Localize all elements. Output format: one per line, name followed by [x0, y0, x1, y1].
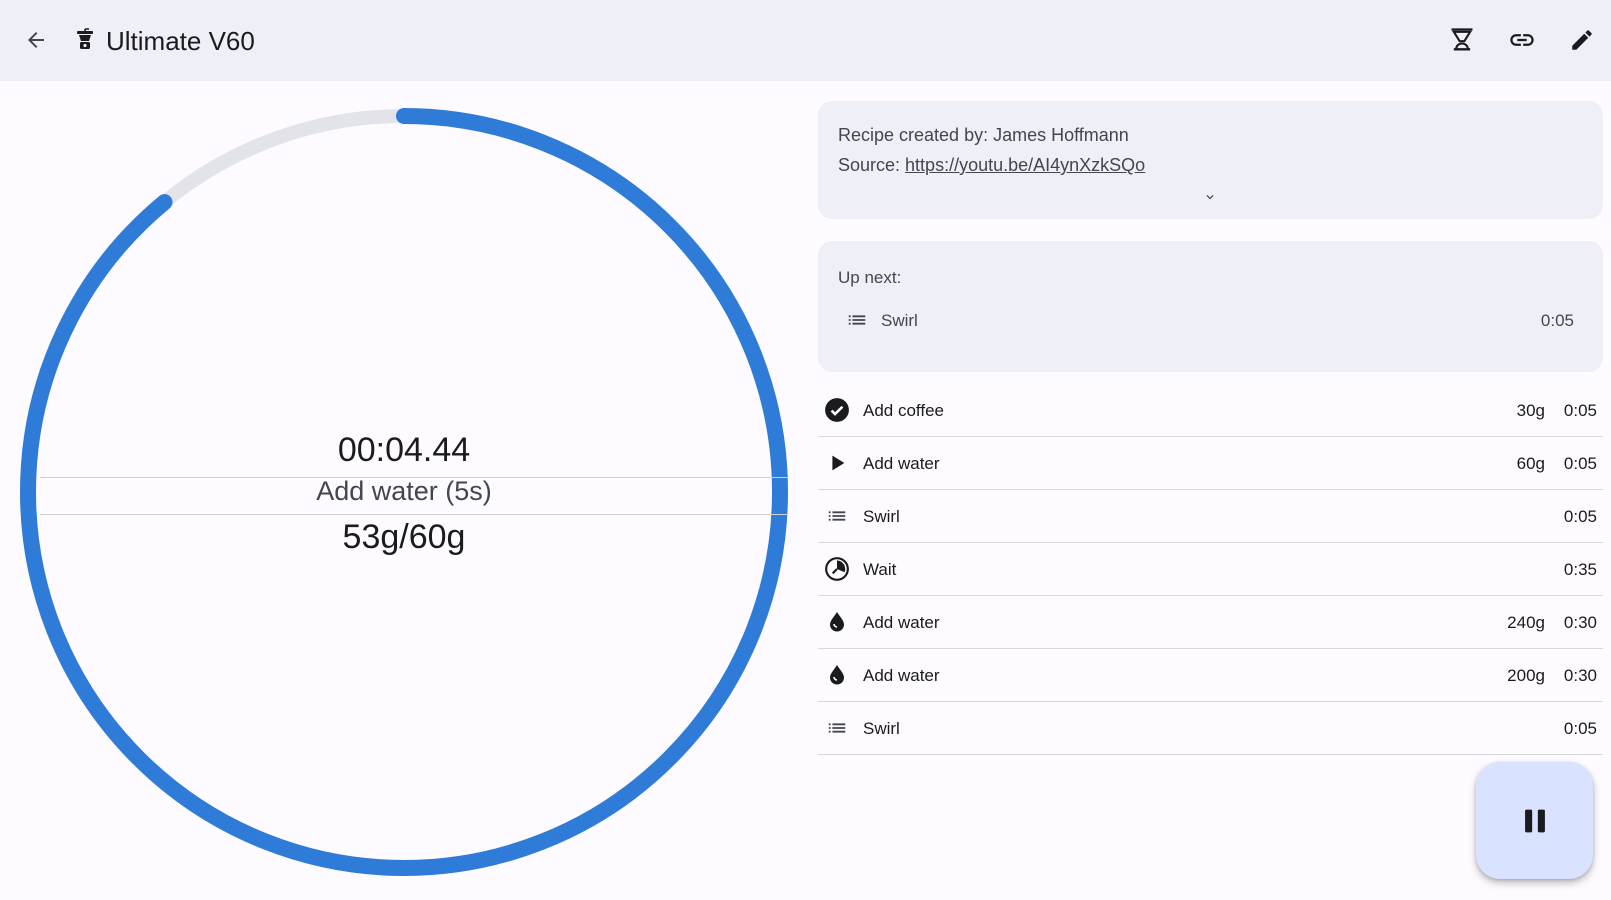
step-row[interactable]: Swirl 0:05 — [818, 490, 1603, 543]
step-amount: 200g — [1507, 666, 1545, 685]
step-time: 0:05 — [1563, 401, 1597, 420]
up-next-step: Swirl 0:05 — [836, 305, 1586, 335]
step-name: Add water — [863, 454, 940, 473]
step-row[interactable]: Add water 200g 0:30 — [818, 649, 1603, 702]
up-next-label: Up next: — [838, 268, 902, 287]
app-title: Ultimate V60 — [106, 26, 255, 56]
back-button[interactable] — [20, 24, 52, 56]
list-icon — [824, 503, 850, 529]
water-drop-icon — [824, 609, 850, 635]
expand-button[interactable] — [1198, 187, 1222, 207]
step-name: Swirl — [863, 719, 900, 738]
source-label: Source: — [838, 155, 906, 175]
source-link[interactable]: https://youtu.be/AI4ynXzkSQo — [905, 155, 1145, 175]
arrow-left-icon — [28, 32, 44, 48]
step-name: Add coffee — [863, 401, 944, 420]
chevron-down-icon — [1206, 195, 1214, 200]
coffee-grinder-icon — [72, 27, 98, 53]
elapsed-time: 00:04.44 — [337, 431, 471, 469]
divider — [40, 514, 788, 515]
weight-progress: 53g/60g — [342, 518, 466, 556]
check-circle-icon — [824, 397, 850, 423]
step-row[interactable]: Add coffee 30g 0:05 — [818, 384, 1603, 437]
step-time: 0:35 — [1563, 560, 1597, 579]
step-row[interactable]: Swirl 0:05 — [818, 702, 1603, 755]
edit-button[interactable] — [1566, 24, 1598, 56]
step-row[interactable]: Wait 0:35 — [818, 543, 1603, 596]
link-icon — [1510, 34, 1534, 46]
pencil-icon — [1572, 30, 1592, 50]
timer-icon — [824, 556, 850, 582]
current-step: Add water (5s) — [316, 476, 492, 506]
play-icon — [824, 450, 850, 476]
step-time: 0:30 — [1563, 613, 1597, 632]
top-app-bar: Ultimate V60 — [0, 0, 1611, 81]
step-time: 0:05 — [1563, 507, 1597, 526]
up-next-card: Up next: Swirl 0:05 — [818, 241, 1603, 372]
recipe-info-card: Recipe created by: James Hoffmann Source… — [818, 101, 1603, 219]
step-time: 0:05 — [1563, 719, 1597, 738]
step-amount: 30g — [1516, 401, 1545, 420]
step-list: Add coffee 30g 0:05 Add water 60g 0:05 S… — [818, 384, 1603, 755]
step-time: 0:05 — [1563, 454, 1597, 473]
share-link-button[interactable] — [1506, 24, 1538, 56]
pause-button[interactable] — [1476, 762, 1593, 879]
up-next-step-time: 0:05 — [1540, 311, 1574, 330]
step-name: Add water — [863, 613, 940, 632]
step-row[interactable]: Add water 240g 0:30 — [818, 596, 1603, 649]
recipe-source: Source: https://youtu.be/AI4ynXzkSQo — [838, 154, 1145, 176]
brew-settings-button[interactable] — [1446, 24, 1478, 56]
dripper-icon — [1451, 28, 1473, 51]
list-icon — [844, 309, 870, 336]
step-amount: 240g — [1507, 613, 1545, 632]
step-row[interactable]: Add water 60g 0:05 — [818, 437, 1603, 490]
timer-dial: 00:04.44 Add water (5s) 53g/60g — [20, 108, 788, 876]
up-next-step-name: Swirl — [881, 311, 918, 330]
step-time: 0:30 — [1563, 666, 1597, 685]
pause-icon — [1524, 809, 1545, 832]
recipe-creator: Recipe created by: James Hoffmann — [838, 125, 1129, 145]
step-name: Swirl — [863, 507, 900, 526]
step-amount: 60g — [1516, 454, 1545, 473]
step-name: Wait — [863, 560, 897, 579]
water-drop-icon — [824, 662, 850, 688]
list-icon — [824, 715, 850, 741]
step-name: Add water — [863, 666, 940, 685]
